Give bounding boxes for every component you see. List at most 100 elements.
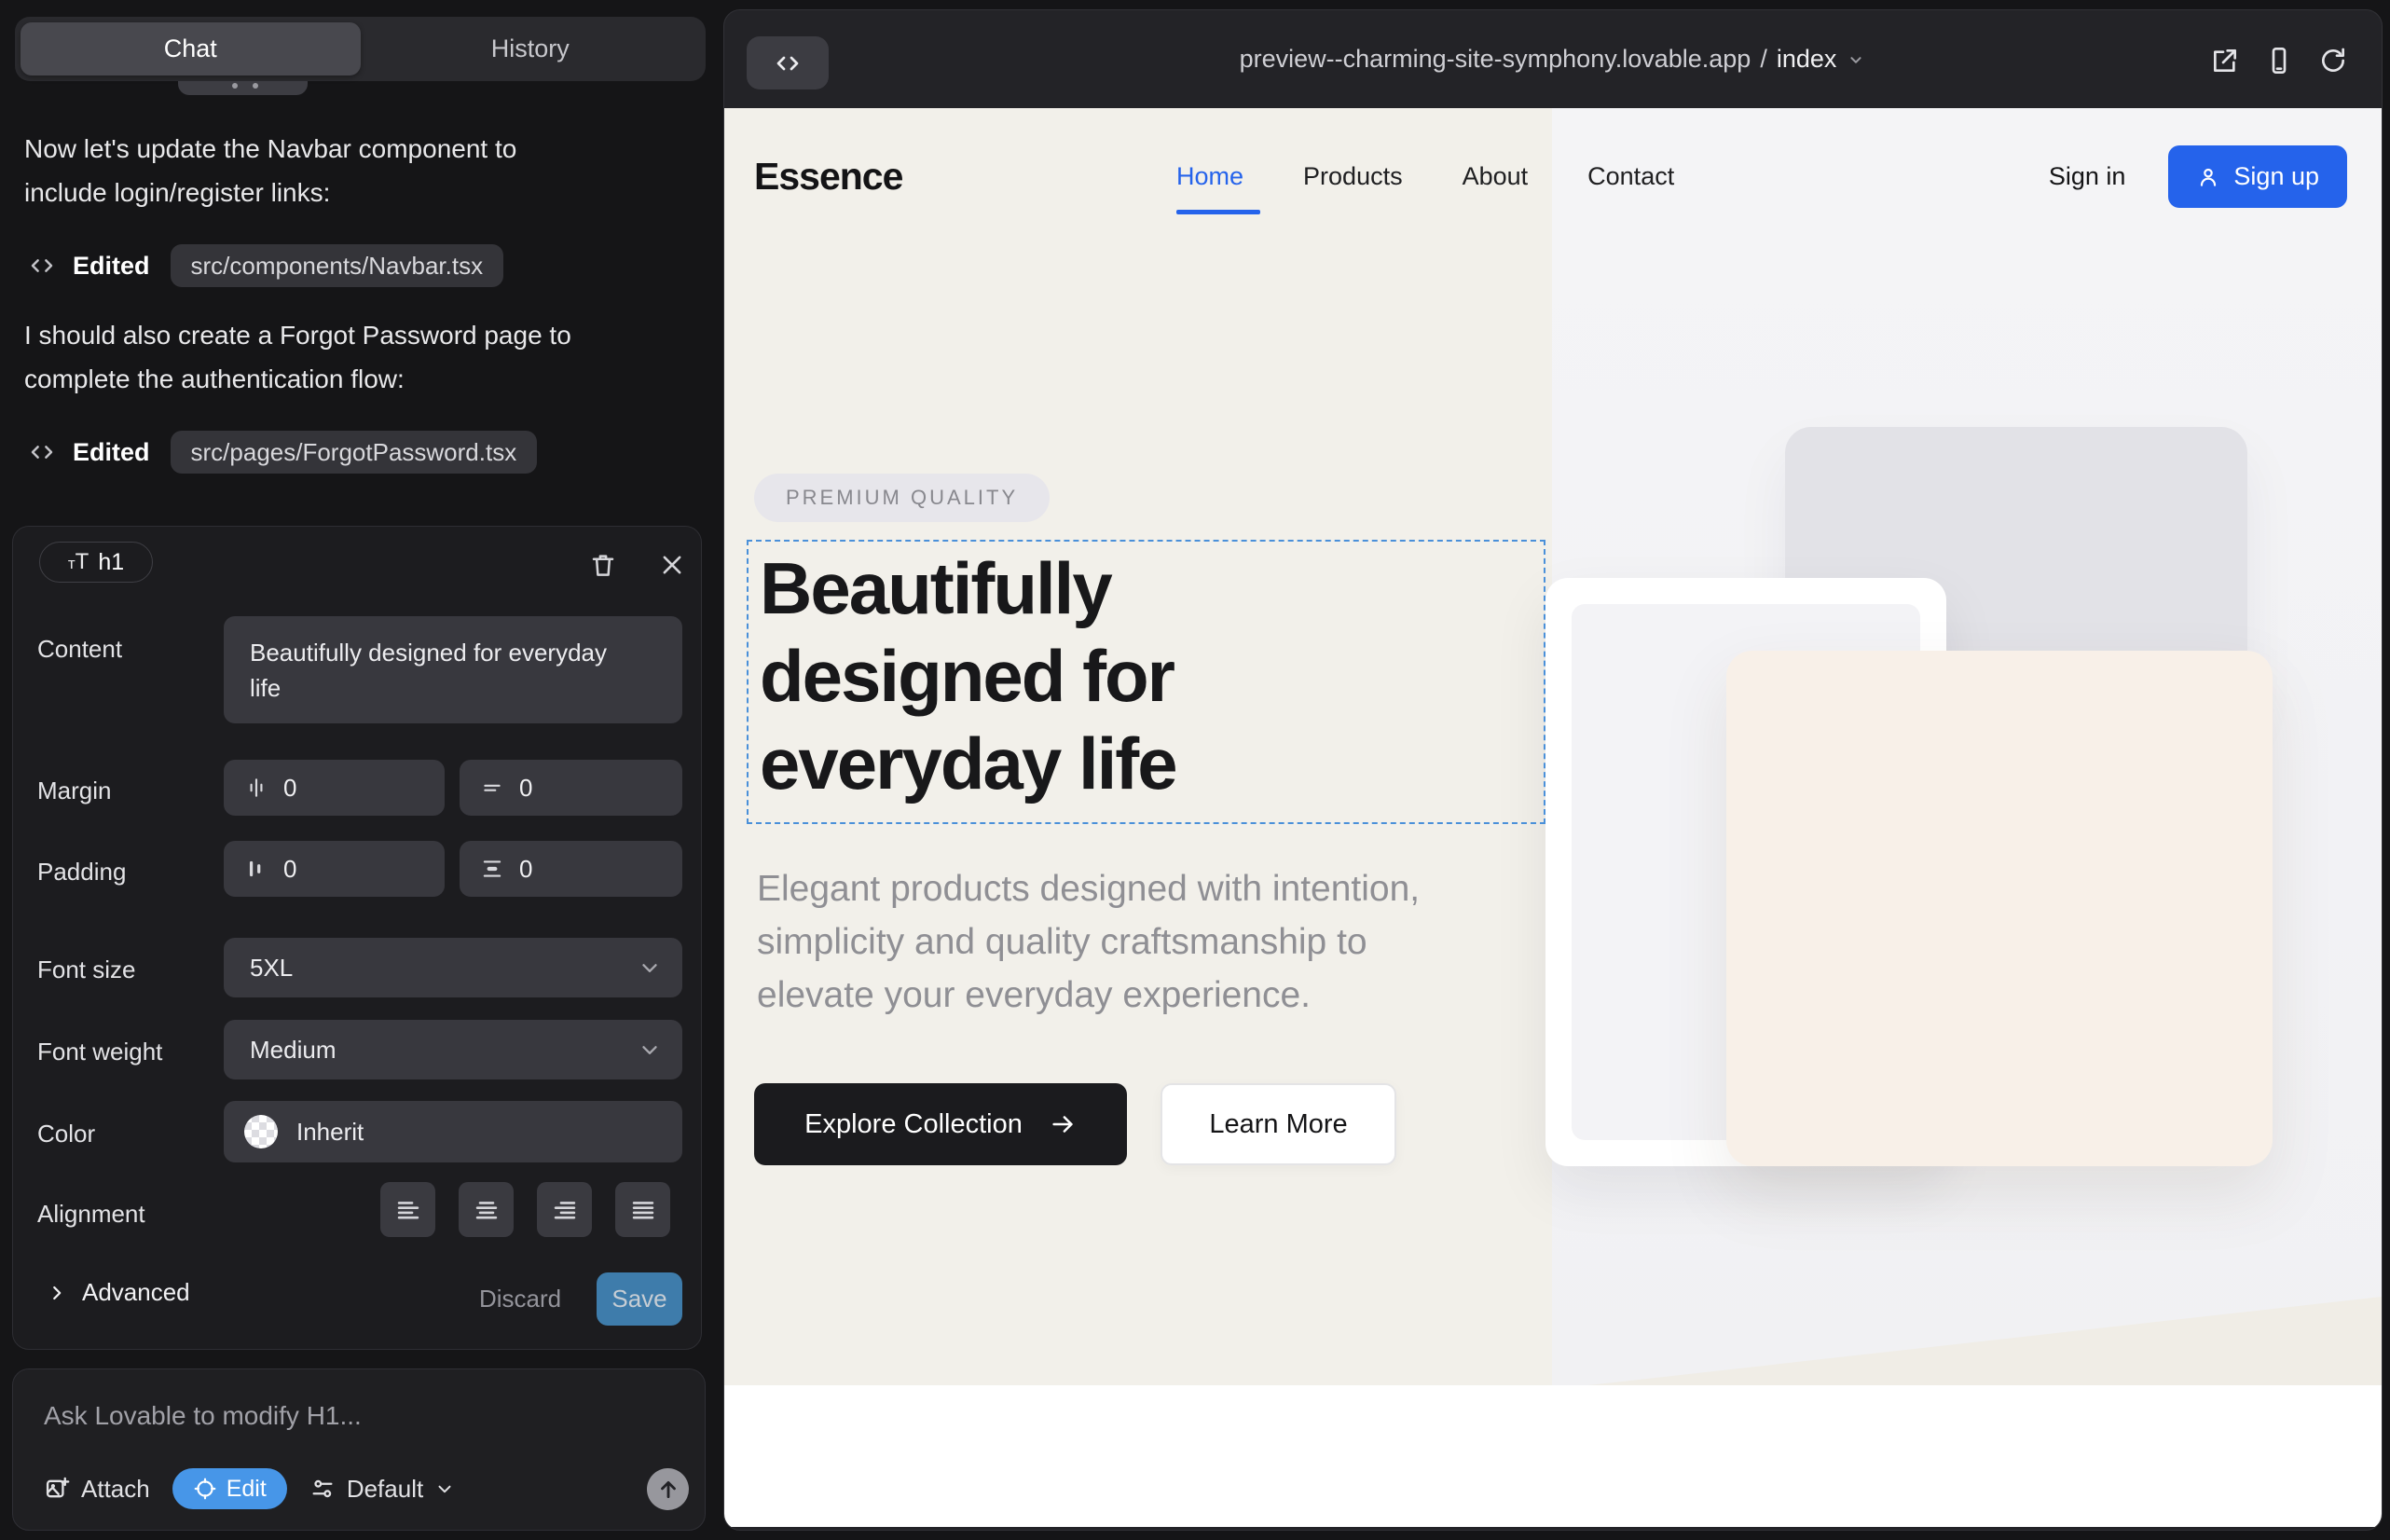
padding-x-value: 0 (283, 855, 296, 884)
chat-composer[interactable]: Ask Lovable to modify H1... Attach Edit (12, 1368, 706, 1531)
content-label: Content (37, 635, 122, 664)
margin-y-input[interactable]: 0 (460, 760, 682, 816)
color-label: Color (37, 1120, 95, 1148)
code-view-toggle[interactable] (747, 36, 829, 89)
message-line: include login/register links: (24, 171, 516, 214)
save-button[interactable]: Save (597, 1272, 682, 1326)
nav-link-home[interactable]: Home (1176, 162, 1243, 191)
sign-in-link[interactable]: Sign in (2049, 162, 2126, 191)
mobile-view-button[interactable] (2264, 46, 2294, 76)
crosshair-icon (193, 1477, 217, 1501)
site-nav: Home Products About Contact (1176, 147, 1674, 205)
padding-x-input[interactable]: 0 (224, 841, 445, 897)
user-icon (2196, 165, 2220, 189)
nav-link-products[interactable]: Products (1303, 162, 1403, 191)
mode-select[interactable]: Default (309, 1475, 455, 1504)
explore-collection-button[interactable]: Explore Collection (754, 1083, 1127, 1165)
edited-label: Edited (73, 252, 150, 281)
margin-x-input[interactable]: 0 (224, 760, 445, 816)
type-icon: тT (68, 549, 89, 575)
discard-button[interactable]: Discard (479, 1278, 561, 1319)
align-right-button[interactable] (537, 1182, 592, 1237)
tab-chat[interactable]: Chat (21, 22, 361, 76)
site-logo[interactable]: Essence (754, 147, 902, 205)
preview-browser: preview--charming-site-symphony.lovable.… (723, 9, 2383, 1531)
description-line: elevate your everyday experience. (757, 969, 1420, 1022)
arrow-right-icon (1049, 1110, 1077, 1138)
url-bar[interactable]: preview--charming-site-symphony.lovable.… (724, 10, 2382, 108)
edited-label: Edited (73, 438, 150, 467)
lovable-app-window: Chat History Now let's update the Navbar… (0, 0, 2390, 1540)
edited-file-row[interactable]: Edited src/pages/ForgotPassword.tsx (28, 431, 537, 474)
nav-link-about[interactable]: About (1463, 162, 1529, 191)
scrolled-badge-partial (178, 81, 308, 95)
font-weight-select[interactable]: Medium (224, 1020, 682, 1079)
open-in-new-tab-button[interactable] (2210, 46, 2240, 76)
hero-description: Elegant products designed with intention… (757, 862, 1420, 1022)
advanced-label: Advanced (82, 1278, 190, 1307)
nav-link-contact[interactable]: Contact (1587, 162, 1674, 191)
element-tag: h1 (98, 549, 124, 576)
code-icon (28, 438, 56, 466)
message-line: complete the authentication flow: (24, 357, 571, 401)
align-left-button[interactable] (380, 1182, 435, 1237)
close-editor-button[interactable] (656, 549, 688, 581)
content-input[interactable]: Beautifully designed for everyday life (224, 616, 682, 723)
padding-y-input[interactable]: 0 (460, 841, 682, 897)
edit-mode-button[interactable]: Edit (172, 1468, 287, 1509)
assistant-message: I should also create a Forgot Password p… (24, 313, 571, 401)
transparency-swatch-icon (244, 1115, 278, 1148)
advanced-toggle[interactable]: Advanced (47, 1278, 190, 1307)
padding-label: Padding (37, 858, 126, 887)
message-line: Now let's update the Navbar component to (24, 127, 516, 171)
dot-icon (253, 83, 258, 89)
file-chip[interactable]: src/pages/ForgotPassword.tsx (171, 431, 538, 474)
assistant-message: Now let's update the Navbar component to… (24, 127, 516, 214)
smartphone-icon (2264, 46, 2294, 76)
close-icon (659, 552, 685, 578)
message-line: I should also create a Forgot Password p… (24, 313, 571, 357)
font-size-select[interactable]: 5XL (224, 938, 682, 997)
explore-label: Explore Collection (804, 1109, 1023, 1140)
align-justify-icon (630, 1197, 656, 1223)
element-tag-pill: тT h1 (39, 542, 153, 583)
file-chip[interactable]: src/components/Navbar.tsx (171, 244, 504, 287)
preview-page: index (1777, 45, 1837, 74)
description-line: simplicity and quality craftsmanship to (757, 915, 1420, 969)
padding-y-value: 0 (519, 855, 532, 884)
alignment-label: Alignment (37, 1200, 145, 1229)
attach-button[interactable]: Attach (44, 1475, 150, 1504)
delete-element-button[interactable] (587, 549, 619, 581)
sign-up-button[interactable]: Sign up (2168, 145, 2347, 208)
refresh-button[interactable] (2318, 46, 2348, 76)
padding-horizontal-icon (244, 857, 268, 881)
premium-quality-badge: PREMIUM QUALITY (754, 474, 1050, 522)
hero-section: Essence Home Products About Contact Sign… (724, 108, 2382, 1385)
send-button[interactable] (647, 1468, 689, 1510)
font-weight-label: Font weight (37, 1038, 162, 1066)
align-left-icon (395, 1197, 421, 1223)
site-preview: Essence Home Products About Contact Sign… (724, 108, 2382, 1527)
margin-label: Margin (37, 777, 111, 805)
color-value: Inherit (296, 1118, 364, 1147)
color-select[interactable]: Inherit (224, 1101, 682, 1162)
align-center-button[interactable] (459, 1182, 514, 1237)
trash-icon (589, 551, 617, 579)
element-selection-outline[interactable] (747, 540, 1545, 824)
align-justify-button[interactable] (615, 1182, 670, 1237)
tab-history[interactable]: History (361, 22, 701, 76)
decor-card-cream (1726, 651, 2273, 1166)
learn-more-button[interactable]: Learn More (1161, 1083, 1396, 1165)
element-editor-panel: тT h1 Content Beautifully designed for e… (12, 526, 702, 1350)
sign-up-label: Sign up (2233, 162, 2319, 191)
code-icon (773, 48, 803, 78)
margin-x-value: 0 (283, 774, 296, 803)
composer-input[interactable]: Ask Lovable to modify H1... (44, 1401, 362, 1431)
font-size-label: Font size (37, 956, 136, 984)
sliders-icon (309, 1476, 336, 1502)
preview-host: preview--charming-site-symphony.lovable.… (1240, 45, 1751, 74)
code-icon (28, 252, 56, 280)
edited-file-row[interactable]: Edited src/components/Navbar.tsx (28, 244, 503, 287)
margin-vertical-icon (480, 776, 504, 800)
chat-history-tabs: Chat History (15, 17, 706, 81)
